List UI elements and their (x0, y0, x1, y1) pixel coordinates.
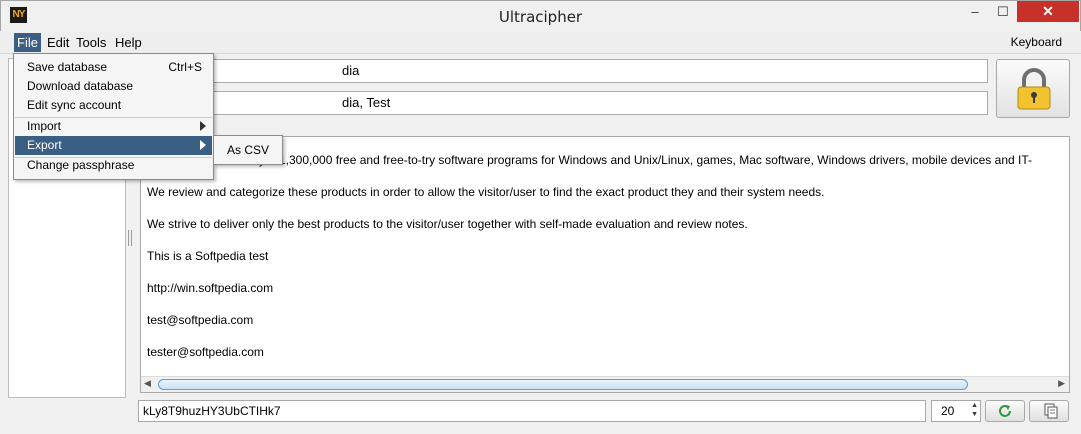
note-line: We strive to deliver only the best produ… (147, 217, 748, 231)
spin-up-icon[interactable]: ▲ (971, 402, 978, 409)
generated-password-field[interactable]: kLy8T9huzHY3UbCTIHk7 (138, 400, 926, 422)
menu-item-import[interactable]: Import (15, 117, 212, 136)
copy-icon (1044, 403, 1058, 419)
minimize-button[interactable]: – (961, 1, 989, 22)
note-line: This is a Softpedia test (147, 249, 269, 263)
entry-tags-field[interactable]: dia, Test (140, 91, 988, 115)
window-title: Ultracipher (498, 8, 583, 26)
menu-bar: File Edit Tools Help Keyboard (0, 31, 1081, 54)
password-length-value: 20 (941, 404, 955, 418)
spin-down-icon[interactable]: ▼ (971, 411, 978, 418)
notes-textarea[interactable]: yer 1,300,000 free and free-to-try softw… (140, 136, 1070, 393)
save-shortcut: Ctrl+S (168, 60, 202, 74)
refresh-icon (999, 405, 1011, 417)
menu-edit[interactable]: Edit (44, 33, 72, 52)
scroll-left-arrow-icon[interactable]: ◀ (144, 378, 151, 389)
submenu-arrow-icon (200, 121, 206, 131)
close-button[interactable]: ✕ (1017, 1, 1079, 22)
entry-name-field[interactable]: dia (140, 59, 988, 83)
note-line: yer 1,300,000 free and free-to-try softw… (259, 153, 1032, 167)
maximize-button[interactable]: ☐ (990, 1, 1016, 22)
copy-password-button[interactable] (1029, 400, 1069, 422)
note-line: tester@softpedia.com (147, 345, 264, 359)
lock-icon (1017, 68, 1051, 110)
menu-item-export[interactable]: Export (15, 136, 212, 155)
entry-name-value: dia (342, 63, 360, 78)
menu-item-change-passphrase[interactable]: Change passphrase (15, 156, 212, 175)
export-label: Export (27, 138, 62, 152)
menu-item-export-as-csv[interactable]: As CSV (227, 143, 269, 157)
note-line: We review and categorize these products … (147, 185, 825, 199)
menu-item-download-database[interactable]: Download database (15, 77, 212, 96)
scrollbar-thumb[interactable] (158, 379, 968, 390)
menu-help[interactable]: Help (112, 33, 145, 52)
splitter-grip-icon[interactable] (128, 230, 132, 246)
title-bar: NY Ultracipher – ☐ ✕ (0, 0, 1081, 31)
regenerate-button[interactable] (985, 400, 1025, 422)
menu-tools[interactable]: Tools (73, 33, 109, 52)
menu-item-edit-sync-account[interactable]: Edit sync account (15, 96, 212, 115)
password-length-spinner[interactable]: 20 ▲ ▼ (931, 400, 981, 422)
save-database-label: Save database (27, 60, 108, 74)
lock-button[interactable] (996, 59, 1070, 118)
export-submenu: As CSV (213, 135, 283, 165)
keyboard-button[interactable]: Keyboard (1008, 33, 1065, 52)
scroll-right-arrow-icon[interactable]: ▶ (1058, 378, 1065, 389)
menu-file[interactable]: File (14, 33, 41, 52)
import-label: Import (27, 119, 62, 133)
file-menu-dropdown: Save database Ctrl+S Download database E… (13, 53, 214, 180)
note-line: http://win.softpedia.com (147, 281, 274, 295)
entry-tags-value: dia, Test (342, 95, 391, 110)
menu-item-save-database[interactable]: Save database Ctrl+S (15, 58, 212, 77)
note-line: test@softpedia.com (147, 313, 254, 327)
submenu-arrow-icon (200, 140, 206, 150)
horizontal-scrollbar[interactable]: ◀ ▶ (141, 376, 1069, 392)
